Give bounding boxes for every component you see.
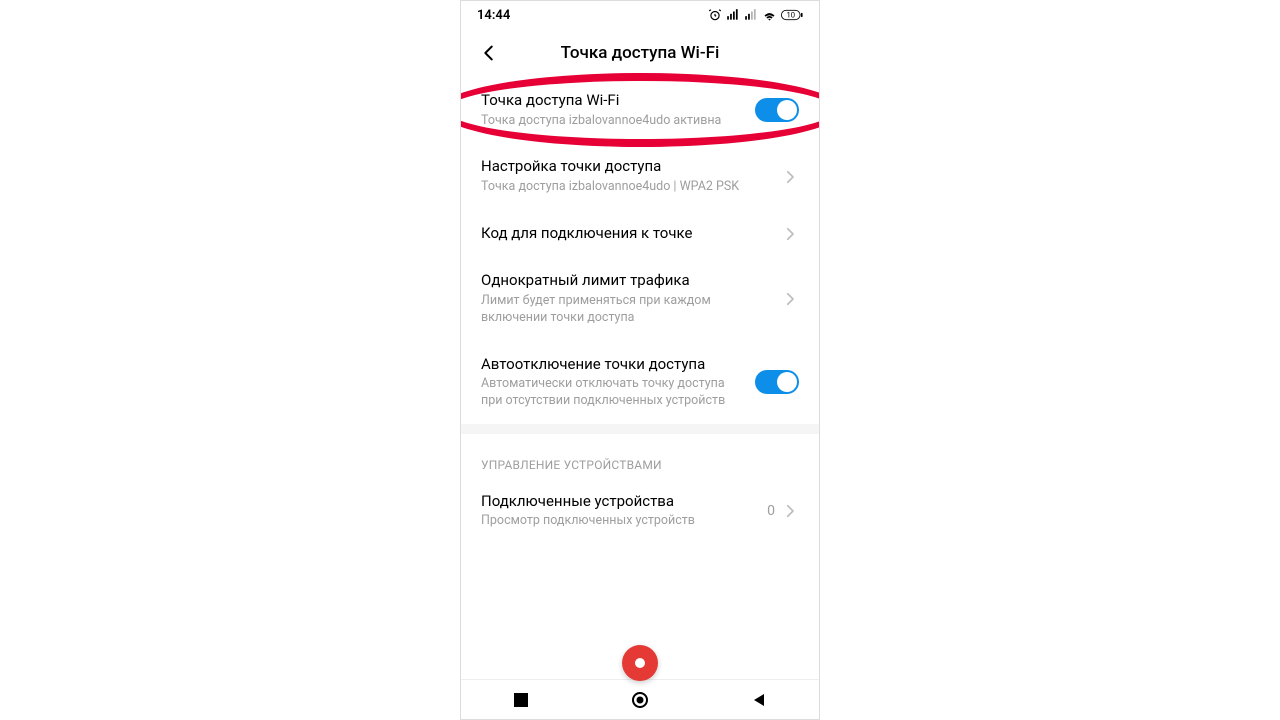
auto-off-toggle[interactable] xyxy=(755,370,799,394)
square-icon xyxy=(514,693,528,707)
row-hotspot-toggle[interactable]: Точка доступа Wi-Fi Точка доступа izbalo… xyxy=(461,77,819,143)
row-subtitle: Точка доступа izbalovannoe4udo активна xyxy=(481,113,743,130)
row-one-time-limit[interactable]: Однократный лимит трафика Лимит будет пр… xyxy=(461,257,819,340)
chevron-right-icon xyxy=(781,168,799,186)
wifi-icon xyxy=(762,8,777,23)
header: Точка доступа Wi-Fi xyxy=(461,29,819,77)
row-auto-off[interactable]: Автоотключение точки доступа Автоматичес… xyxy=(461,341,819,424)
row-hotspot-setup[interactable]: Настройка точки доступа Точка доступа iz… xyxy=(461,143,819,209)
battery-icon: 10 xyxy=(781,9,803,21)
status-bar: 14:44 10 xyxy=(461,1,819,29)
row-subtitle: Лимит будет применяться при каждом включ… xyxy=(481,293,769,327)
row-subtitle: Автоматически отключать точку доступа пр… xyxy=(481,376,743,410)
row-subtitle: Просмотр подключенных устройств xyxy=(481,513,755,530)
alarm-icon xyxy=(708,8,722,22)
row-connect-code[interactable]: Код для подключения к точке xyxy=(461,210,819,258)
record-button[interactable] xyxy=(622,645,658,681)
signal2-icon xyxy=(744,8,758,22)
phone-frame: 14:44 10 Точка доступа Wi-Fi Точка досту… xyxy=(460,0,820,720)
chevron-right-icon xyxy=(781,225,799,243)
chevron-left-icon xyxy=(478,42,500,64)
status-icons: 10 xyxy=(708,8,803,23)
row-title: Настройка точки доступа xyxy=(481,157,769,177)
row-title: Код для подключения к точке xyxy=(481,224,769,244)
section-heading-devices: УПРАВЛЕНИЕ УСТРОЙСТВАМИ xyxy=(461,434,819,478)
svg-text:10: 10 xyxy=(786,11,795,20)
row-title: Автоотключение точки доступа xyxy=(481,355,743,375)
chevron-right-icon xyxy=(781,502,799,520)
row-title: Подключенные устройства xyxy=(481,492,755,512)
nav-home-button[interactable] xyxy=(628,688,652,712)
back-button[interactable] xyxy=(477,41,501,65)
row-title: Однократный лимит трафика xyxy=(481,271,769,291)
row-title: Точка доступа Wi-Fi xyxy=(481,91,743,111)
triangle-left-icon xyxy=(752,693,766,707)
hotspot-toggle[interactable] xyxy=(755,98,799,122)
section-divider xyxy=(461,424,819,434)
nav-recent-button[interactable] xyxy=(509,688,533,712)
signal-icon xyxy=(726,8,740,22)
nav-back-button[interactable] xyxy=(747,688,771,712)
system-nav-bar xyxy=(461,679,819,719)
connected-count: 0 xyxy=(767,503,775,519)
circle-icon xyxy=(631,691,649,709)
status-time: 14:44 xyxy=(477,8,510,23)
row-subtitle: Точка доступа izbalovannoe4udo | WPA2 PS… xyxy=(481,179,769,196)
chevron-right-icon xyxy=(781,290,799,308)
row-connected-devices[interactable]: Подключенные устройства Просмотр подключ… xyxy=(461,478,819,544)
page-title: Точка доступа Wi-Fi xyxy=(461,43,819,63)
